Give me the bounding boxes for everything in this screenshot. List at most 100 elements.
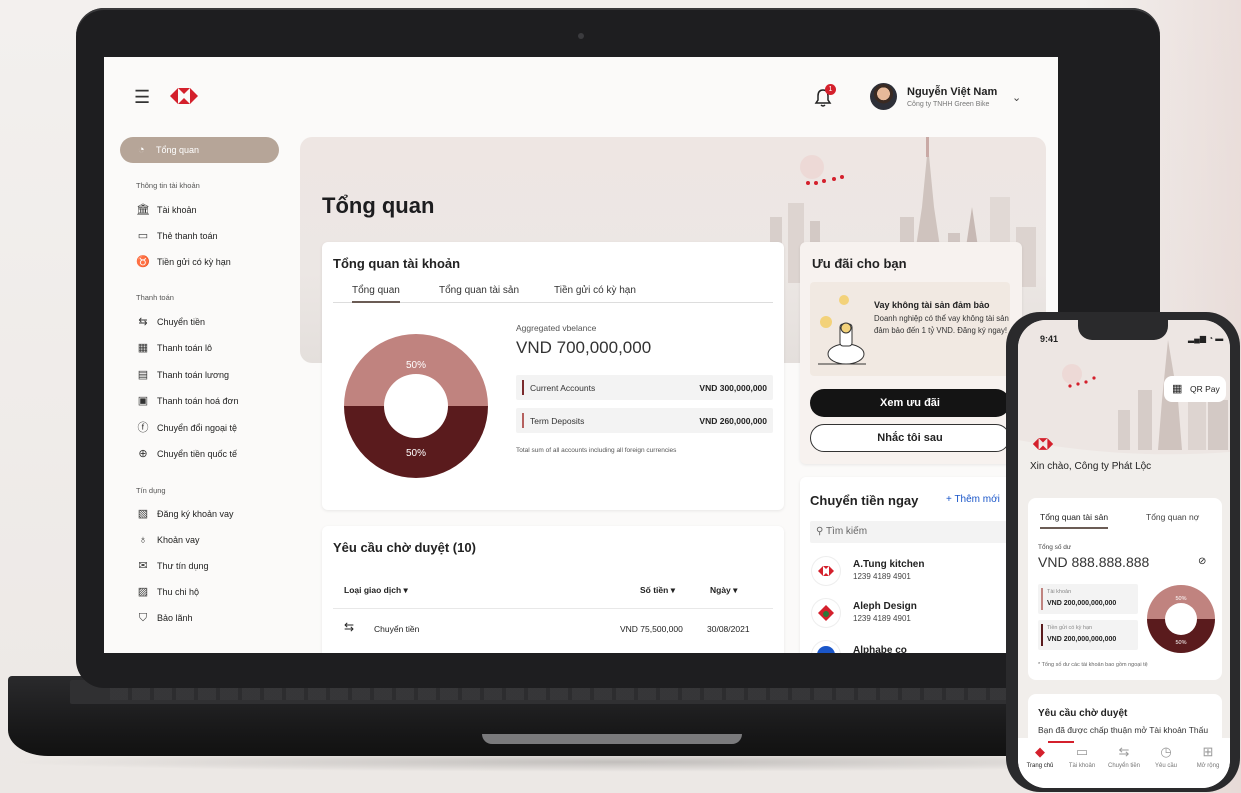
overview-note: Total sum of all accounts including all … [516,447,677,454]
card-icon: ▭ [137,230,149,242]
eye-off-icon[interactable]: ⊘ [1198,556,1206,567]
brand-logo[interactable] [170,85,198,107]
calendar-icon: ▤ [137,369,149,381]
account-label: Tiền gửi có kỳ hạn [1047,625,1093,631]
nav-requests[interactable]: ◷ Yêu cầu [1146,744,1186,769]
laptop-camera [578,33,584,39]
tab-overview[interactable]: Tổng quan [352,285,400,303]
sidebar-item-guarantee[interactable]: ⛉ Bảo lãnh [136,611,193,625]
tab-asset-overview[interactable]: Tổng quan tài sản [439,285,519,296]
sidebar-item-letter-of-credit[interactable]: ✉ Thư tín dụng [136,559,208,573]
sidebar-section-title: Thông tin tài khoản [136,181,200,190]
add-new-button[interactable]: + Thêm mới [946,494,1000,505]
caret-down-icon: ▾ [670,585,675,595]
pie-chart-icon: ◔ [138,144,145,156]
document-icon: ▧ [137,508,149,520]
sidebar-section-title: Thanh toán [136,293,174,302]
pending-requests-card: Yêu cầu chờ duyệt (10) Loại giao dịch ▾ … [322,526,784,653]
card-title: Yêu cầu chờ duyệt (10) [333,540,476,555]
user-company: Công ty TNHH Green Bike [907,101,990,108]
account-overview-card: Tổng quan tài khoản Tổng quan Tổng quan … [322,242,784,510]
home-logo-icon: ◆ [1035,744,1045,759]
envelope-icon: ✉ [138,560,148,572]
chevron-down-icon[interactable]: ⌄ [1012,91,1021,104]
greeting: Xin chào, Công ty Phát Lộc [1030,461,1152,472]
sidebar-item-fx[interactable]: ⓕ Chuyển đổi ngoại tệ [136,421,238,435]
sidebar-item-label: Thanh toán lô [157,343,213,353]
card-title: Yêu cầu chờ duyệt [1038,708,1128,719]
account-color-bar [522,413,524,428]
sidebar-item-overview[interactable]: ◔ Tổng quan [120,137,279,163]
sidebar-item-batch-payment[interactable]: ▦ Thanh toán lô [136,341,212,355]
sidebar-item-bill-payment[interactable]: ▣ Thanh toán hoá đơn [136,394,239,408]
sidebar-item-cards[interactable]: ▭ Thẻ thanh toán [136,229,218,243]
offer-body: Doanh nghiệp có thể vay không tài sản đả… [874,314,1009,335]
sidebar-item-international-transfer[interactable]: ⊕ Chuyển tiền quốc tế [136,447,237,461]
sidebar-item-label: Thanh toán hoá đơn [157,396,239,406]
view-offer-button[interactable]: Xem ưu đãi [810,389,1010,417]
money-bag-icon: ♁ [138,534,148,546]
signal-wifi-battery-icon: ▂▄▆ ◔ ▬ [1188,334,1224,343]
piggy-bank-illustration [818,295,866,365]
account-color-bar [1041,624,1043,646]
account-name: Current Accounts [530,383,596,393]
sidebar: ◔ Tổng quan Thông tin tài khoản 🏛 Tài kho… [104,133,294,653]
sidebar-item-label: Chuyển tiền [157,317,206,327]
row-type: Chuyển tiền [374,624,420,634]
contact-name: A.Tung kitchen [853,559,925,570]
account-row-current[interactable]: Current Accounts VND 300,000,000 [516,375,773,400]
sidebar-item-label: Chuyển tiền quốc tế [157,449,238,459]
search-input[interactable]: ⚲ Tìm kiếm [810,521,1010,543]
sidebar-item-accounts[interactable]: 🏛 Tài khoản [136,203,197,217]
qr-pay-button[interactable]: ▦ QR Pay [1164,376,1226,402]
tab-asset-overview[interactable]: Tổng quan tài sản [1040,512,1109,529]
phone-device: 9:41 ▂▄▆ ◔ ▬ ▦ QR Pay Xin chào, Công ty … [1006,312,1240,792]
offer-box[interactable]: Vay không tài sản đảm bảo Doanh nghiệp c… [810,282,1010,376]
account-value: VND 260,000,000 [699,416,767,426]
nav-label: Yêu cầu [1154,763,1178,769]
desktop-screen: ☰ 1 Nguyễn Việt Nam Công ty TNHH Green B… [104,57,1058,653]
phone-account-row[interactable]: Tài khoản VND 200,000,000,000 [1038,584,1138,614]
column-header-type[interactable]: Loại giao dịch ▾ [344,585,408,596]
account-value: VND 300,000,000 [699,383,767,393]
donut-top-label: 50% [1175,596,1186,602]
phone-account-row[interactable]: Tiền gửi có kỳ hạn VND 200,000,000,000 [1038,620,1138,650]
bottom-navigation: ◆ Trang chủ ▭ Tài khoản ⇆ Chuyển tiền ◷ Yêu … [1018,738,1230,788]
sidebar-item-term-deposit[interactable]: ♉ Tiền gửi có kỳ hạn [136,255,231,269]
active-indicator [1048,741,1074,743]
column-header-amount[interactable]: Số tiền ▾ [640,585,675,596]
sidebar-item-payroll[interactable]: ▤ Thanh toán lương [136,368,229,382]
nav-transfer[interactable]: ⇆ Chuyển tiền [1104,744,1144,769]
tab-term-deposit[interactable]: Tiền gửi có kỳ hạn [554,285,636,296]
sidebar-item-label: Chuyển đổi ngoại tệ [157,423,238,433]
menu-icon[interactable]: ☰ [134,87,150,108]
tab-debt-overview[interactable]: Tổng quan nợ [1146,512,1199,522]
sidebar-item-loans[interactable]: ♁ Khoản vay [136,533,200,547]
nav-more[interactable]: ⊞ Mở rộng [1188,744,1228,769]
nav-home[interactable]: ◆ Trang chủ [1020,744,1060,769]
remind-later-button[interactable]: Nhắc tôi sau [810,424,1010,452]
sidebar-section-title: Tín dụng [136,486,166,495]
sidebar-item-transfer[interactable]: ⇆ Chuyển tiền [136,315,205,329]
overview-tabs: Tổng quan Tổng quan tài sản Tiền gửi có … [333,281,773,303]
asset-summary-card: Tổng quan tài sản Tổng quan nợ Tổng số d… [1028,498,1222,680]
sidebar-item-collection[interactable]: ▨ Thu chi hộ [136,585,199,599]
contact-account: 1239 4189 4901 [853,572,911,581]
column-header-date[interactable]: Ngày ▾ [710,585,737,596]
contact-logo [812,599,840,627]
total-balance-value: VND 888.888.888 [1038,554,1150,570]
account-row-term-deposits[interactable]: Term Deposits VND 260,000,000 [516,408,773,433]
shield-icon: ⛉ [138,612,148,624]
aggregated-balance-label: Aggregated vbelance [516,323,597,333]
avatar[interactable] [870,83,897,110]
offer-card: Ưu đãi cho bạn Vay không tài sản đảm bảo… [800,242,1022,464]
clock-icon: ◷ [1160,744,1172,759]
nav-accounts[interactable]: ▭ Tài khoản [1062,744,1102,769]
sidebar-item-label: Bảo lãnh [157,613,193,623]
donut-slice-bottom [344,406,488,479]
sidebar-item-loan-register[interactable]: ▧ Đăng ký khoản vay [136,507,234,521]
sidebar-item-label: Đăng ký khoản vay [157,509,234,519]
total-balance-label: Tổng số dư [1038,544,1072,551]
card-title: Tổng quan tài khoản [333,256,461,271]
sidebar-item-label: Tài khoản [157,205,197,215]
